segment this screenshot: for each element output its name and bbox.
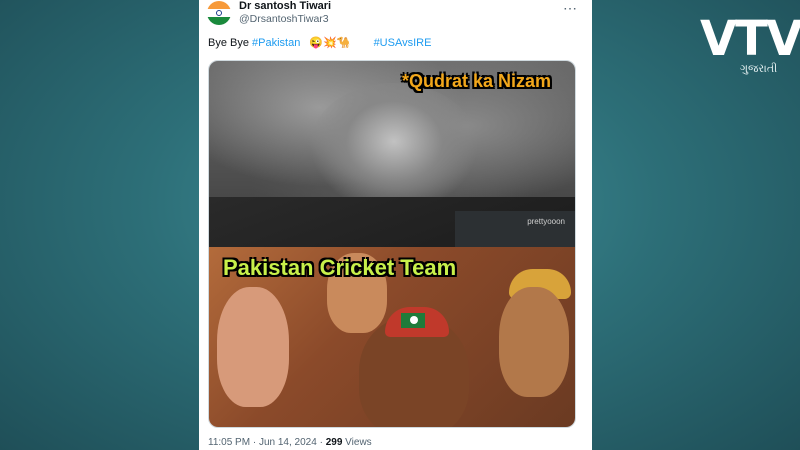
meme-image[interactable]: *Qudrat ka Nizam prettyooon Pakistan Cri…	[208, 60, 576, 428]
tweet-date[interactable]: Jun 14, 2024	[259, 437, 317, 448]
meme-bottom-panel: Pakistan Cricket Team	[209, 247, 575, 427]
vtv-logo: VTV ગુજરાતી	[700, 11, 800, 75]
character-1	[217, 287, 289, 407]
meme-bottom-caption: Pakistan Cricket Team	[223, 255, 457, 280]
tweet-text-prefix: Bye Bye	[208, 37, 249, 49]
more-options-icon[interactable]: ⋯	[563, 0, 578, 17]
hashtag-usavsire[interactable]: #USAvsIRE	[374, 37, 432, 49]
hashtag-pakistan[interactable]: #Pakistan	[252, 37, 300, 49]
tweet-header: Dr santosh Tiwari @DrsantoshTiwar3 ⋯	[207, 0, 584, 28]
tweet-text: Bye Bye #Pakistan 😜💥🐪 #USAvsIRE	[208, 36, 431, 49]
crescent-icon	[410, 316, 418, 324]
meme-watermark: prettyooon	[527, 217, 565, 226]
character-4	[499, 287, 569, 397]
avatar[interactable]	[207, 1, 231, 25]
meme-top-caption: *Qudrat ka Nizam	[401, 71, 551, 91]
timestamp-separator-2: ·	[319, 437, 323, 448]
views-label: Views	[345, 437, 372, 448]
view-count: 299	[325, 437, 343, 448]
author-name[interactable]: Dr santosh Tiwari	[239, 0, 331, 12]
logo-text: VTV	[700, 11, 800, 67]
cloud-face-graphic	[309, 83, 479, 213]
logo-subtitle: ગુજરાતી	[740, 63, 778, 75]
flag-wheel-icon	[216, 10, 222, 16]
tweet-time[interactable]: 11:05 PM	[208, 437, 250, 448]
emoji-group: 😜💥🐪	[309, 37, 351, 49]
meme-top-panel: *Qudrat ka Nizam prettyooon	[209, 61, 575, 247]
tweet-card: Dr santosh Tiwari @DrsantoshTiwar3 ⋯ Bye…	[199, 0, 592, 450]
timestamp-separator: ·	[252, 437, 257, 448]
tweet-timestamp: 11:05 PM · Jun 14, 2024 · 299 Views	[208, 437, 372, 448]
author-handle[interactable]: @DrsantoshTiwar3	[239, 13, 329, 25]
